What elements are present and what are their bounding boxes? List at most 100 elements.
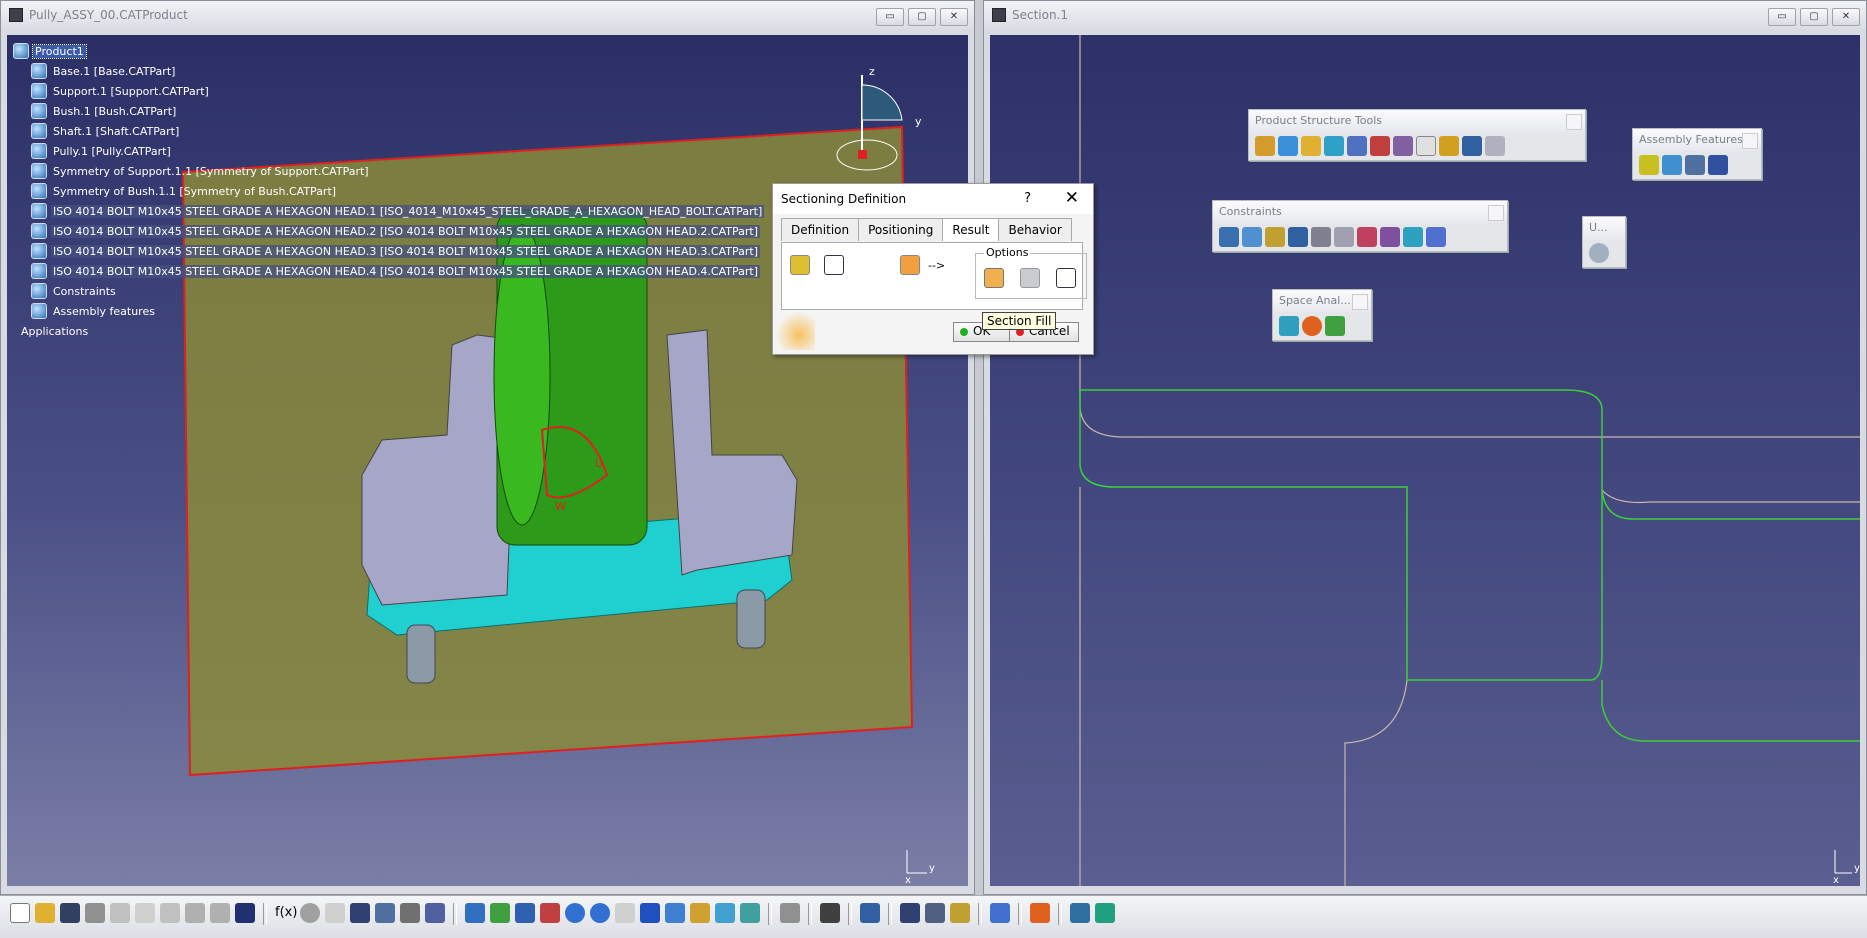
split-icon[interactable]: [1639, 155, 1659, 175]
shading-icon[interactable]: [690, 903, 710, 923]
offset-icon[interactable]: [1265, 227, 1285, 247]
close-button[interactable]: ✕: [940, 8, 968, 26]
tree-node-label[interactable]: Base.1 [Base.CATPart]: [51, 65, 177, 78]
measure-inertia-icon[interactable]: [950, 903, 970, 923]
tree-node-label[interactable]: Shaft.1 [Shaft.CATPart]: [51, 125, 181, 138]
selective-load-icon[interactable]: [1416, 136, 1436, 156]
hide-show-icon[interactable]: [715, 903, 735, 923]
update-toolbar[interactable]: U...: [1582, 216, 1626, 268]
dialog-header[interactable]: Sectioning Definition ? ✕: [773, 184, 1093, 214]
snap-icon[interactable]: [1095, 903, 1115, 923]
multi-view-icon[interactable]: [640, 903, 660, 923]
tab-definition[interactable]: Definition: [781, 218, 860, 241]
catalog-icon[interactable]: [990, 903, 1010, 923]
tree-node-label[interactable]: Support.1 [Support.CATPart]: [51, 85, 211, 98]
swap-space-icon[interactable]: [740, 903, 760, 923]
constraints-toolbar[interactable]: Constraints: [1212, 200, 1508, 252]
3d-viewport[interactable]: U W z y y x Product1 Base.1 [Base.CATPar…: [7, 35, 968, 886]
reuse-pattern-icon[interactable]: [1426, 227, 1446, 247]
product-icon[interactable]: [1301, 136, 1321, 156]
contact-icon[interactable]: [1242, 227, 1262, 247]
tab-positioning[interactable]: Positioning: [858, 218, 944, 241]
formula-icon[interactable]: f(x): [275, 903, 297, 923]
tree-node-label[interactable]: ISO 4014 BOLT M10x45 STEEL GRADE A HEXAG…: [51, 224, 761, 238]
product-structure-toolbar[interactable]: Product Structure Tools: [1248, 109, 1586, 161]
minimize-button[interactable]: ▭: [876, 8, 904, 26]
manipulation-icon[interactable]: [1070, 903, 1090, 923]
tree-node[interactable]: Assembly features: [13, 301, 764, 321]
graph-tree-icon[interactable]: [1370, 136, 1390, 156]
law-icon[interactable]: [325, 903, 345, 923]
tree-node[interactable]: ISO 4014 BOLT M10x45 STEEL GRADE A HEXAG…: [13, 241, 764, 261]
tree-node-label[interactable]: Symmetry of Bush.1.1 [Symmetry of Bush.C…: [51, 185, 338, 198]
tree-node-label[interactable]: Assembly features: [51, 305, 157, 318]
sectioning-icon[interactable]: [1302, 316, 1322, 336]
tree-node[interactable]: Shaft.1 [Shaft.CATPart]: [13, 121, 764, 141]
knowledge-icon[interactable]: [375, 903, 395, 923]
tree-node[interactable]: ISO 4014 BOLT M10x45 STEEL GRADE A HEXAG…: [13, 261, 764, 281]
copy-icon[interactable]: [135, 903, 155, 923]
tab-behavior[interactable]: Behavior: [998, 218, 1072, 241]
toolbar-close-icon[interactable]: [1742, 133, 1758, 149]
whats-this-icon[interactable]: [235, 903, 255, 923]
space-analysis-toolbar[interactable]: Space Anal...: [1272, 289, 1372, 341]
pocket-icon[interactable]: [1685, 155, 1705, 175]
fast-multi-instantiation-icon[interactable]: [1485, 136, 1505, 156]
tree-node[interactable]: Constraints: [13, 281, 764, 301]
product-window-titlebar[interactable]: Pully_ASSY_00.CATProduct ▭ ▢ ✕: [1, 1, 974, 29]
manage-representations-icon[interactable]: [1439, 136, 1459, 156]
undo-icon[interactable]: [185, 903, 205, 923]
tree-node-label[interactable]: ISO 4014 BOLT M10x45 STEEL GRADE A HEXAG…: [51, 204, 765, 218]
paste-icon[interactable]: [160, 903, 180, 923]
fix-icon[interactable]: [1311, 227, 1331, 247]
clash-icon[interactable]: [1279, 316, 1299, 336]
redo-icon[interactable]: [210, 903, 230, 923]
new-icon[interactable]: [10, 903, 30, 923]
distance-icon[interactable]: [1325, 316, 1345, 336]
multi-instantiation-icon[interactable]: [1462, 136, 1482, 156]
close-icon[interactable]: ✕: [1065, 188, 1079, 208]
fit-all-icon[interactable]: [490, 903, 510, 923]
grid-snap-icon[interactable]: [1030, 903, 1050, 923]
explode-icon[interactable]: [860, 903, 880, 923]
grid-option-icon[interactable]: [1056, 268, 1076, 288]
tree-node[interactable]: Support.1 [Support.CATPart]: [13, 81, 764, 101]
existing-component-icon[interactable]: [1324, 136, 1344, 156]
reaction-icon[interactable]: [400, 903, 420, 923]
gear-icon[interactable]: [1255, 136, 1275, 156]
change-constraint-icon[interactable]: [1403, 227, 1423, 247]
tree-node-label[interactable]: ISO 4014 BOLT M10x45 STEEL GRADE A HEXAG…: [51, 264, 761, 278]
measure-icon[interactable]: [780, 903, 800, 923]
open-icon[interactable]: [35, 903, 55, 923]
tree-node-label[interactable]: Bush.1 [Bush.CATPart]: [51, 105, 178, 118]
hole-icon[interactable]: [1662, 155, 1682, 175]
measure-item-icon[interactable]: [925, 903, 945, 923]
cut-icon[interactable]: [110, 903, 130, 923]
update-icon[interactable]: [1589, 243, 1609, 263]
comment-icon[interactable]: [300, 903, 320, 923]
flexible-rigid-icon[interactable]: [1380, 227, 1400, 247]
tree-node-label[interactable]: Constraints: [51, 285, 118, 298]
rotate-icon[interactable]: [540, 903, 560, 923]
add-icon[interactable]: [1708, 155, 1728, 175]
measure-between-icon[interactable]: [900, 903, 920, 923]
export-icon[interactable]: [790, 255, 810, 275]
save-icon[interactable]: [60, 903, 80, 923]
tree-node[interactable]: Pully.1 [Pully.CATPart]: [13, 141, 764, 161]
tree-node-label[interactable]: Symmetry of Support.1.1 [Symmetry of Sup…: [51, 165, 371, 178]
close-button[interactable]: ✕: [1832, 8, 1860, 26]
camera-icon[interactable]: [820, 903, 840, 923]
fly-mode-icon[interactable]: [465, 903, 485, 923]
quick-constraint-icon[interactable]: [1357, 227, 1377, 247]
tree-node[interactable]: Applications: [13, 321, 764, 341]
tree-node-label[interactable]: Product1: [32, 43, 87, 59]
tree-node-label[interactable]: Applications: [19, 325, 90, 338]
toolbar-close-icon[interactable]: [1566, 114, 1582, 130]
assembly-features-toolbar[interactable]: Assembly Features: [1632, 128, 1762, 180]
normal-view-icon[interactable]: [615, 903, 635, 923]
minimize-button[interactable]: ▭: [1768, 8, 1796, 26]
iso-view-icon[interactable]: [665, 903, 685, 923]
grid-icon[interactable]: [824, 255, 844, 275]
zoom-out-icon[interactable]: [590, 903, 610, 923]
tree-node-root[interactable]: Product1: [13, 41, 764, 61]
